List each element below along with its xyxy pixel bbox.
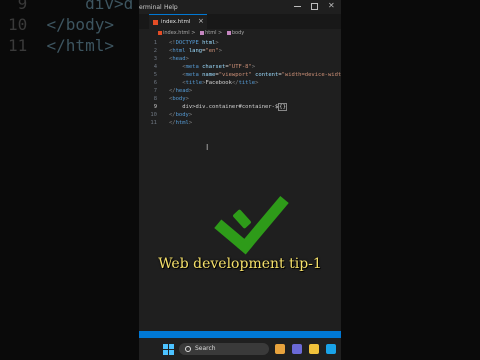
minimize-icon[interactable]: [294, 6, 301, 7]
element-icon: [200, 30, 205, 35]
breadcrumb-body[interactable]: body: [232, 30, 244, 36]
line-number: 2: [153, 48, 157, 54]
menu-item-help[interactable]: Help: [164, 4, 178, 11]
breadcrumb: index.html > html > body: [155, 30, 244, 39]
taskbar-search[interactable]: Search: [179, 343, 269, 355]
code-text: <meta name="viewport" content="width=dev…: [182, 72, 341, 78]
code-text: </head>: [169, 88, 193, 94]
line-number: 3: [153, 56, 157, 62]
edge-icon[interactable]: [326, 344, 336, 354]
code-text: <meta charset="UTF-8">: [182, 64, 256, 70]
line-number: 1: [153, 40, 157, 46]
background-line-number: 11: [8, 36, 47, 55]
background-code-text: </body>: [46, 15, 114, 34]
search-icon: [185, 346, 191, 352]
tab-index-html[interactable]: index.html ×: [149, 14, 207, 30]
html-file-icon: [153, 20, 158, 25]
tab-close-icon[interactable]: ×: [198, 17, 204, 25]
maximize-icon[interactable]: [311, 3, 318, 10]
line-number: 8: [153, 96, 157, 102]
tab-label: index.html: [161, 19, 191, 25]
check-mark-icon: [214, 176, 289, 255]
code-text: <title>Facebook</title>: [182, 80, 259, 86]
background-code-line: 11 </html>: [8, 36, 114, 55]
code-text: <head>: [169, 56, 189, 62]
close-icon[interactable]: ✕: [328, 1, 335, 10]
line-number: 7: [153, 88, 157, 94]
status-bar: [139, 331, 341, 338]
video-caption: Web development tip-1: [158, 256, 322, 272]
element-icon: [226, 30, 231, 35]
code-text: <body>: [169, 96, 189, 102]
line-number: 11: [150, 120, 157, 126]
background-code-line: 10 </body>: [8, 15, 114, 34]
search-label: Search: [195, 345, 216, 352]
file-explorer-icon[interactable]: [309, 344, 319, 354]
code-text: <html lang="en">: [169, 48, 222, 54]
breadcrumb-file[interactable]: index.html: [163, 30, 190, 36]
line-number: 5: [153, 72, 157, 78]
menu-item-terminal[interactable]: erminal: [139, 4, 162, 11]
breadcrumb-separator: >: [191, 30, 196, 36]
code-text: div>div.container#container-${}: [169, 103, 287, 111]
widgets-icon[interactable]: [275, 344, 285, 354]
line-number: 6: [153, 80, 157, 86]
background-code-text: div>d: [46, 0, 134, 13]
text-cursor-icon: I: [206, 143, 209, 152]
vscode-window: erminal Help ✕ index.html × index.html >…: [139, 0, 341, 360]
background-code-text: </html>: [46, 36, 114, 55]
windows-start-icon[interactable]: [163, 344, 174, 355]
breadcrumb-separator: >: [218, 30, 223, 36]
line-number: 9: [153, 104, 157, 110]
background-code-line: 9 div>d: [8, 0, 134, 13]
line-number: 10: [150, 112, 157, 118]
background-right: [341, 0, 480, 360]
chat-icon[interactable]: [292, 344, 302, 354]
code-text: </html>: [169, 120, 193, 126]
background-line-number: 10: [8, 15, 47, 34]
tab-bar: index.html ×: [139, 14, 341, 30]
background-left: 9 div>d 10 </body> 11 </html>: [0, 0, 139, 360]
taskbar: Search: [139, 338, 341, 360]
html-file-icon: [158, 30, 162, 35]
background-line-number: 9: [8, 0, 47, 13]
breadcrumb-html[interactable]: html: [205, 30, 216, 36]
code-text: </body>: [169, 112, 193, 118]
line-number: 4: [153, 64, 157, 70]
menu-bar: erminal Help ✕: [139, 0, 341, 14]
code-text: <!DOCTYPE html>: [169, 40, 219, 46]
